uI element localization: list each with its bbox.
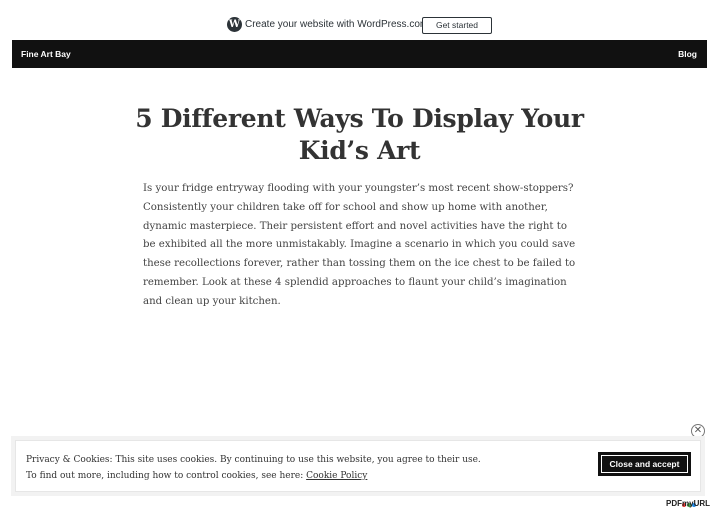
- close-icon[interactable]: ✕: [691, 424, 705, 438]
- wordpress-promo-bar: W Create your website with WordPress.com…: [0, 0, 719, 40]
- cookie-text-line2: To find out more, including how to contr…: [26, 468, 506, 484]
- wordpress-promo-text: Create your website with WordPress.com: [245, 19, 429, 30]
- close-and-accept-button[interactable]: Close and accept: [598, 452, 691, 476]
- get-started-button[interactable]: Get started: [422, 17, 492, 34]
- cookie-text-prefix: To find out more, including how to contr…: [26, 471, 307, 481]
- post-title: 5 Different Ways To Display Your Kid’s A…: [135, 104, 584, 165]
- badge-text: PDFmyURL: [666, 499, 711, 508]
- nav-item-blog[interactable]: Blog: [678, 49, 697, 59]
- wordpress-logo-icon: W: [227, 17, 242, 32]
- site-title[interactable]: Fine Art Bay: [21, 49, 71, 59]
- cookie-text-line1: Privacy & Cookies: This site uses cookie…: [26, 455, 481, 465]
- site-header: Fine Art Bay Blog: [12, 40, 707, 68]
- cookie-text: Privacy & Cookies: This site uses cookie…: [26, 452, 506, 484]
- cookie-policy-link[interactable]: Cookie Policy: [306, 471, 367, 481]
- cookie-banner: Privacy & Cookies: This site uses cookie…: [15, 440, 701, 492]
- post-body: Is your fridge entryway flooding with yo…: [143, 183, 576, 307]
